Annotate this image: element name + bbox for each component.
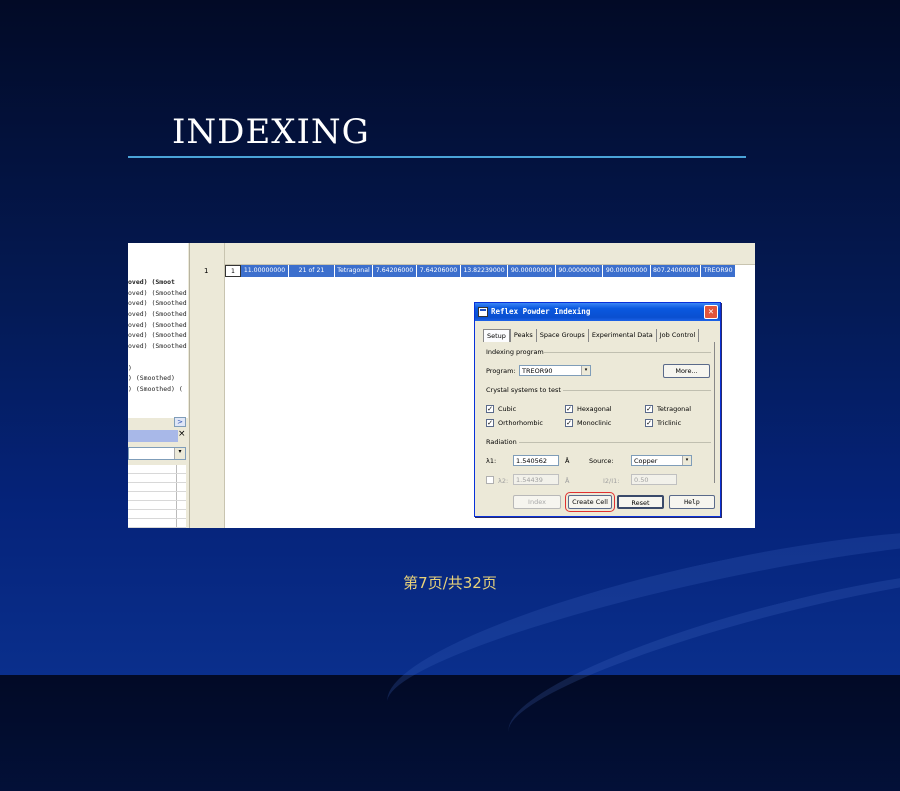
pattern-list: oved) (Smoot oved) (Smoothed oved) (Smoo… xyxy=(128,243,188,418)
table-cell[interactable]: 7.64206000 xyxy=(417,265,461,277)
dialog-title: Reflex Powder Indexing xyxy=(491,307,591,316)
table-row[interactable]: 1 11.00000000 21 of 21 Tetragonal 7.6420… xyxy=(225,265,736,277)
list-item[interactable]: oved) (Smoothed xyxy=(128,330,188,341)
lambda1-field[interactable]: 1.540562 xyxy=(513,455,559,466)
row-header-column xyxy=(190,243,225,528)
source-value: Copper xyxy=(634,457,658,465)
triclinic-checkbox[interactable]: ✓ xyxy=(645,419,653,427)
close-icon[interactable]: × xyxy=(178,429,186,439)
list-item[interactable]: oved) (Smoothed xyxy=(128,341,188,352)
list-item[interactable]: ) xyxy=(128,363,188,374)
close-icon[interactable]: ✕ xyxy=(704,305,718,319)
lambda2-label: λ2: xyxy=(498,477,509,485)
source-label: Source: xyxy=(589,457,614,465)
row-number: 1 xyxy=(204,267,209,275)
title-underline xyxy=(128,156,746,158)
property-grid xyxy=(128,465,186,528)
group-divider xyxy=(543,352,711,353)
crystal-systems-group-label: Crystal systems to test xyxy=(486,386,561,394)
list-item[interactable]: ) (Smoothed) xyxy=(128,373,188,384)
program-select[interactable]: TREOR90 ▾ xyxy=(519,365,591,376)
slide-title: INDEXING xyxy=(172,112,370,152)
table-cell[interactable]: 7.64206000 xyxy=(373,265,417,277)
lambda2-unit: Å xyxy=(565,477,570,485)
source-select[interactable]: Copper ▾ xyxy=(631,455,692,466)
chevron-down-icon[interactable]: ▾ xyxy=(174,448,185,459)
radiation-group-label: Radiation xyxy=(486,438,517,446)
monoclinic-label: Monoclinic xyxy=(577,419,612,427)
reset-button[interactable]: Reset xyxy=(617,495,664,509)
monoclinic-checkbox[interactable]: ✓ xyxy=(565,419,573,427)
orthorhombic-label: Orthorhombic xyxy=(498,419,543,427)
list-item[interactable]: oved) (Smoot xyxy=(128,277,188,288)
orthorhombic-checkbox[interactable]: ✓ xyxy=(486,419,494,427)
lambda1-unit: Å xyxy=(565,457,570,465)
lambda1-label: λ1: xyxy=(486,457,497,465)
table-cell[interactable]: TREOR90 xyxy=(701,265,736,277)
tetragonal-checkbox[interactable]: ✓ xyxy=(645,405,653,413)
tab-space-groups[interactable]: Space Groups xyxy=(535,329,588,342)
intensity-ratio-label: I2/I1: xyxy=(603,477,620,485)
index-button[interactable]: Index xyxy=(513,495,561,509)
create-cell-button[interactable]: Create Cell xyxy=(565,492,615,512)
window-icon xyxy=(478,307,488,317)
table-cell[interactable]: 11.00000000 xyxy=(241,265,289,277)
lambda2-field[interactable]: 1.54439 xyxy=(513,474,559,485)
tab-bar: Setup Peaks Space Groups Experimental Da… xyxy=(483,329,700,342)
table-cell-index[interactable]: 1 xyxy=(225,265,241,277)
more-button[interactable]: More... xyxy=(663,364,710,378)
lambda2-checkbox[interactable] xyxy=(486,476,494,484)
table-cell[interactable]: Tetragonal xyxy=(335,265,373,277)
page-number: 第7页/共32页 xyxy=(403,574,497,592)
tab-job-control[interactable]: Job Control xyxy=(655,329,700,342)
panel-dropdown[interactable]: ▾ xyxy=(128,447,186,460)
tab-experimental-data[interactable]: Experimental Data xyxy=(587,329,656,342)
table-cell[interactable]: 90.00000000 xyxy=(556,265,603,277)
chevron-down-icon[interactable]: ▾ xyxy=(581,366,590,375)
table-cell[interactable]: 807.24000000 xyxy=(651,265,701,277)
cubic-label: Cubic xyxy=(498,405,517,413)
left-panel: oved) (Smoot oved) (Smoothed oved) (Smoo… xyxy=(128,243,190,528)
setup-panel: Indexing program Program: TREOR90 ▾ More… xyxy=(483,342,715,485)
panel-header-bar xyxy=(128,430,178,442)
group-divider xyxy=(519,442,711,443)
list-item[interactable]: ) (Smoothed) ( xyxy=(128,384,188,395)
table-cell[interactable]: 13.82239000 xyxy=(461,265,508,277)
hexagonal-checkbox[interactable]: ✓ xyxy=(565,405,573,413)
table-cell[interactable]: 90.00000000 xyxy=(603,265,651,277)
intensity-ratio-field[interactable]: 0.50 xyxy=(631,474,677,485)
list-item[interactable]: oved) (Smoothed xyxy=(128,298,188,309)
program-label: Program: xyxy=(486,367,516,375)
column-header-row xyxy=(225,243,755,265)
group-divider xyxy=(563,390,711,391)
triclinic-label: Triclinic xyxy=(657,419,682,427)
list-item[interactable]: oved) (Smoothed xyxy=(128,288,188,299)
table-cell[interactable]: 90.00000000 xyxy=(508,265,556,277)
program-value: TREOR90 xyxy=(522,367,553,375)
scroll-right-icon[interactable]: > xyxy=(174,417,186,427)
list-item[interactable]: oved) (Smoothed xyxy=(128,309,188,320)
chevron-down-icon[interactable]: ▾ xyxy=(682,456,691,465)
list-item[interactable] xyxy=(128,352,188,363)
tetragonal-label: Tetragonal xyxy=(657,405,692,413)
tab-peaks[interactable]: Peaks xyxy=(509,329,536,342)
cubic-checkbox[interactable]: ✓ xyxy=(486,405,494,413)
indexing-program-group-label: Indexing program xyxy=(486,348,544,356)
tab-setup[interactable]: Setup xyxy=(483,329,510,342)
dialog-title-bar[interactable]: Reflex Powder Indexing ✕ xyxy=(475,303,720,321)
table-cell[interactable]: 21 of 21 xyxy=(289,265,335,277)
list-item[interactable]: oved) (Smoothed xyxy=(128,320,188,331)
reflex-powder-indexing-dialog: Reflex Powder Indexing ✕ Setup Peaks Spa… xyxy=(474,302,721,517)
hexagonal-label: Hexagonal xyxy=(577,405,612,413)
help-button[interactable]: Help xyxy=(669,495,715,509)
